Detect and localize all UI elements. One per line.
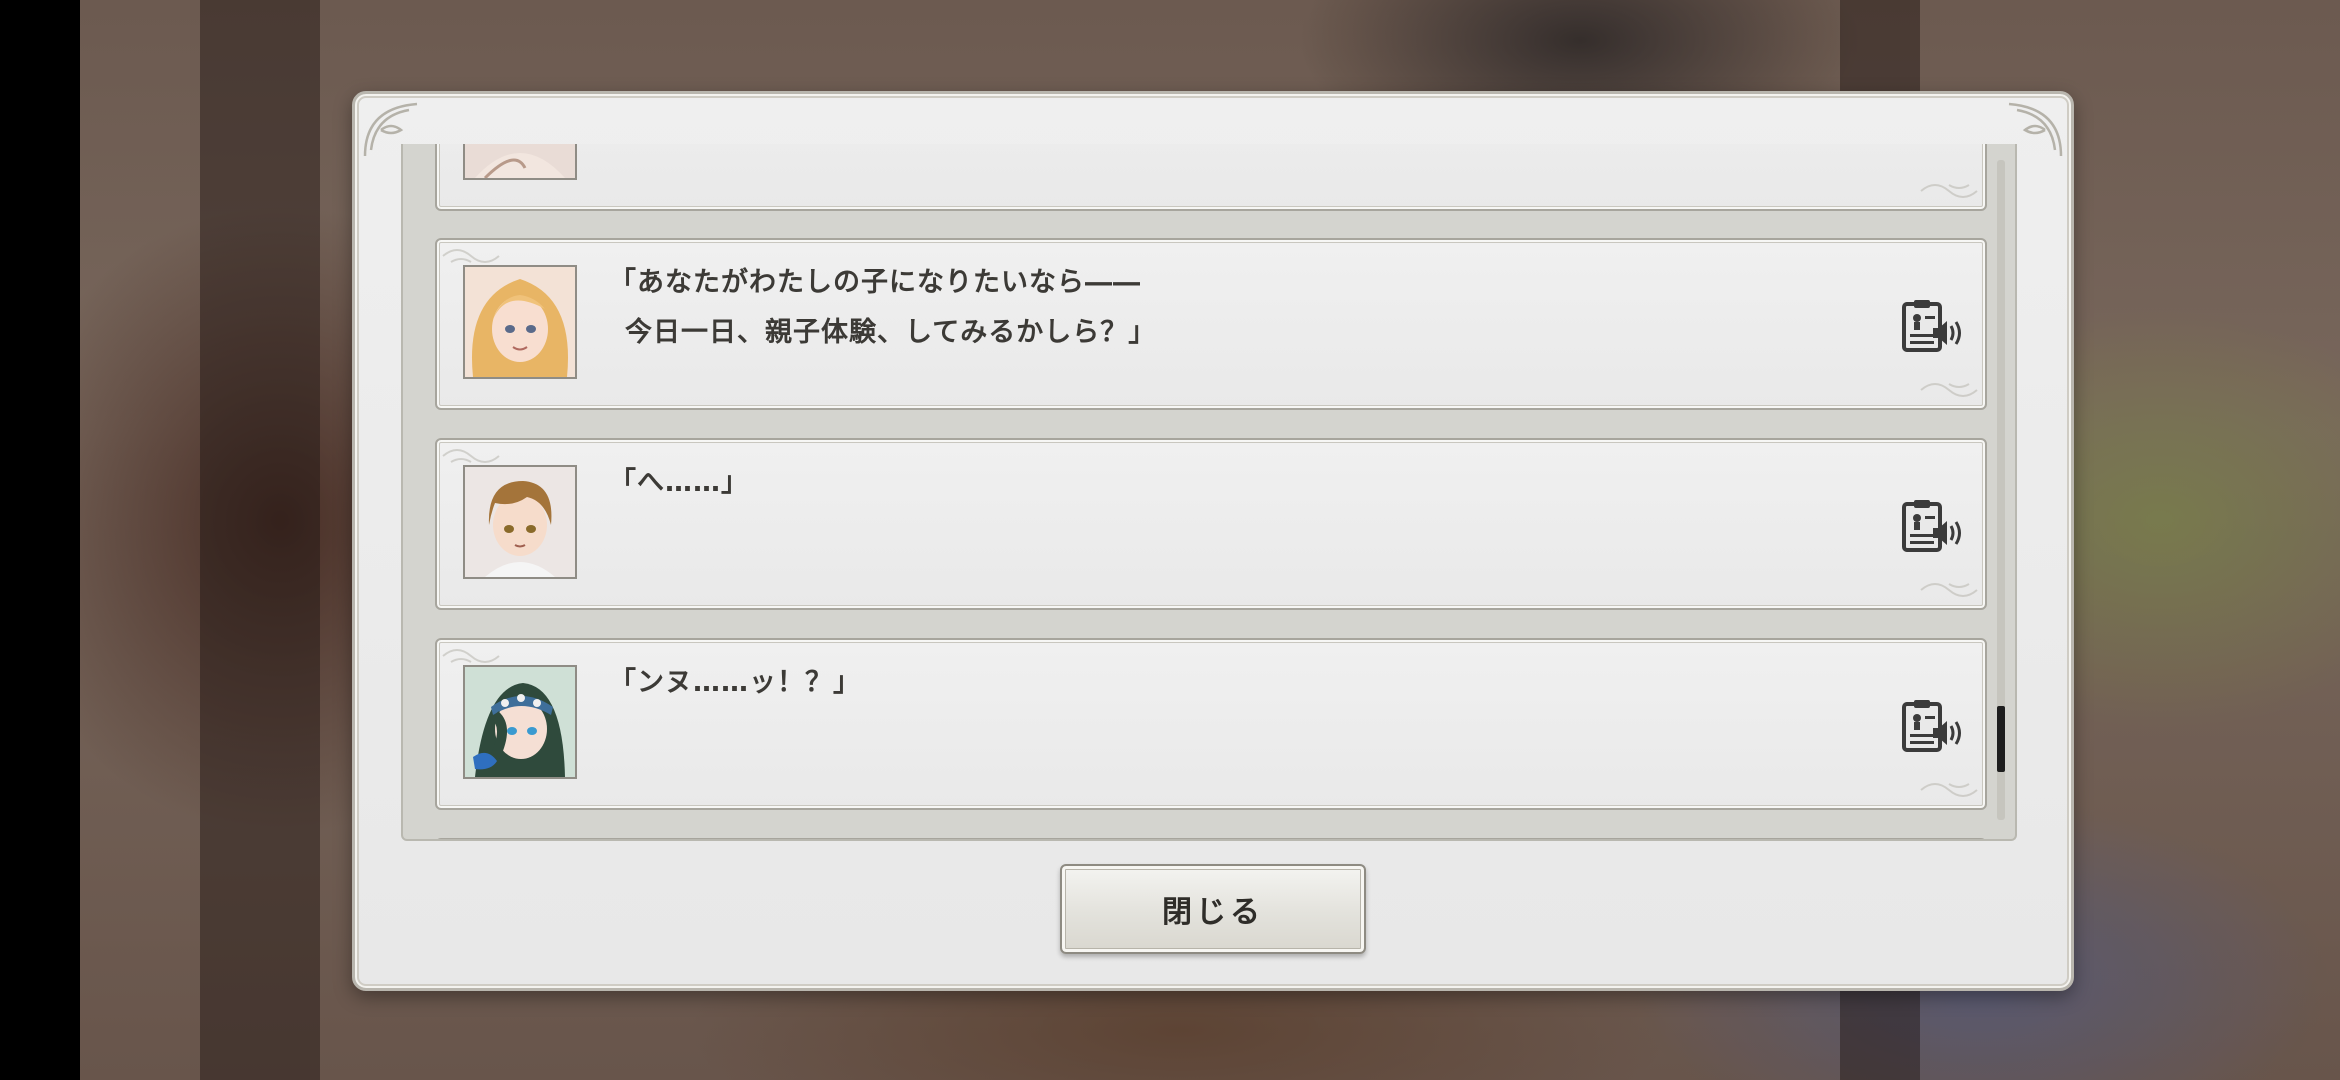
portrait-dark-haired-elf-girl-icon [465, 667, 575, 777]
flourish-ornament-icon [1920, 383, 1978, 397]
dialogue-line: 「あなたがわたしの子になりたいなら―― [609, 267, 1141, 298]
log-entry: 「へ……」 [435, 438, 1987, 610]
speaker-portrait [463, 665, 577, 779]
speaker-portrait [463, 265, 577, 379]
scrollbar-track[interactable] [1997, 160, 2005, 820]
portrait-blonde-woman-icon [465, 267, 575, 377]
background-pillar [200, 0, 320, 1080]
log-entry: 「ンヌ……ッ！？」 [435, 638, 1987, 810]
backlog-dialog: 「あなたがわたしの子になりたいなら―― 今日一日、親子体験、してみるかしら？」 [352, 91, 2074, 991]
speaker-portrait [463, 144, 577, 180]
flourish-ornament-icon [1920, 184, 1978, 198]
flourish-ornament-icon [1920, 783, 1978, 797]
portrait-brown-haired-boy-icon [465, 467, 575, 577]
scrollbar-thumb[interactable] [1997, 706, 2005, 772]
log-entry: 「あなたがわたしの子になりたいなら―― 今日一日、親子体験、してみるかしら？」 [435, 238, 1987, 410]
dialogue-line: 今日一日、親子体験、してみるかしら？」 [625, 317, 1157, 348]
speaker-portrait [463, 465, 577, 579]
dialogue-line: 「へ……」 [609, 467, 749, 498]
close-button[interactable]: 閉じる [1060, 864, 1366, 954]
log-entry [435, 144, 1987, 211]
voice-replay-icon[interactable] [1901, 298, 1963, 354]
log-entry [435, 838, 1987, 839]
voice-replay-icon[interactable] [1901, 498, 1963, 554]
portrait-blonde-woman-icon [465, 144, 575, 178]
voice-replay-icon[interactable] [1901, 698, 1963, 754]
flourish-ornament-icon [1920, 583, 1978, 597]
backlog-list[interactable]: 「あなたがわたしの子になりたいなら―― 今日一日、親子体験、してみるかしら？」 [401, 144, 2017, 841]
dialogue-line: 「ンヌ……ッ！？」 [609, 667, 861, 698]
